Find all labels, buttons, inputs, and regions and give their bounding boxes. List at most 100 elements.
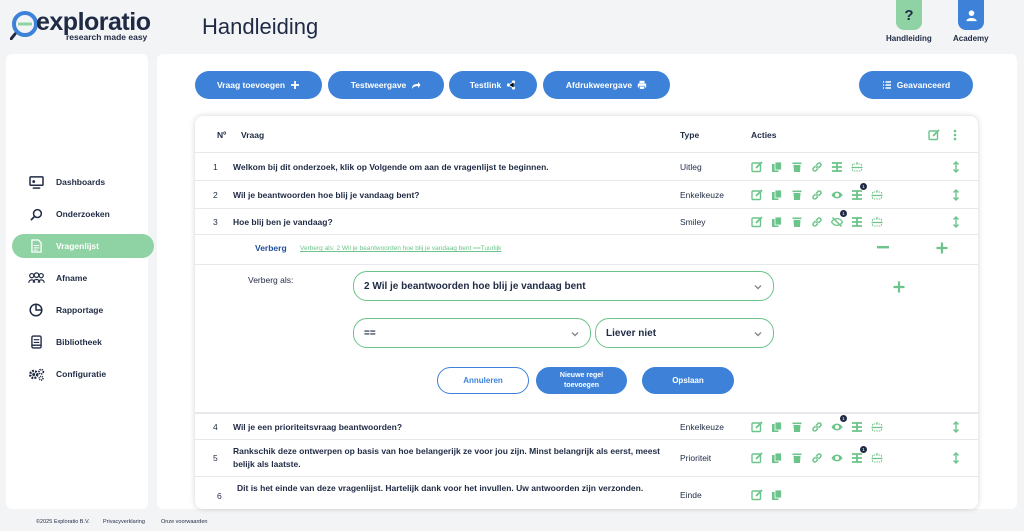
sidebar-item-label: Afname: [56, 273, 88, 283]
row-actions: 1: [750, 210, 883, 228]
table-row[interactable]: 6 Dit is het einde van deze vragenlijst.…: [195, 476, 978, 509]
footer-terms-link[interactable]: Onze voorwaarden: [161, 519, 207, 525]
filter-icon[interactable]: [830, 160, 843, 173]
split-icon[interactable]: [870, 420, 883, 433]
drag-handle-icon[interactable]: [952, 452, 960, 464]
row-actions: [750, 160, 863, 173]
hide-count-badge: 1: [840, 210, 847, 217]
copy-icon[interactable]: [770, 160, 783, 173]
table-row[interactable]: 2 Wil je beantwoorden hoe blij je vandaa…: [195, 180, 978, 208]
sidebar-item-rapportage[interactable]: Rapportage: [12, 298, 154, 322]
print-view-button[interactable]: Afdrukweergave: [543, 71, 670, 99]
operator-select[interactable]: ==: [353, 318, 591, 348]
hide-rule-summary-link[interactable]: Verberg als: 2 Wil je beantwoorden hoe b…: [300, 245, 501, 252]
gear-icon: [26, 366, 46, 382]
test-link-button[interactable]: Testlink: [449, 71, 537, 99]
edit-icon[interactable]: [750, 488, 763, 501]
sidebar-item-vragenlijst[interactable]: Vragenlijst: [12, 234, 154, 258]
edit-icon[interactable]: [750, 451, 763, 464]
edit-icon[interactable]: [750, 215, 763, 228]
trash-icon[interactable]: [790, 215, 803, 228]
drag-handle-icon[interactable]: [952, 421, 960, 433]
filter-icon[interactable]: 1: [850, 446, 867, 464]
user-icon[interactable]: [958, 0, 984, 30]
split-icon[interactable]: [870, 188, 883, 201]
dashboard-icon: [26, 174, 46, 190]
split-icon[interactable]: [870, 215, 883, 228]
eye-slash-icon[interactable]: 1: [830, 210, 847, 228]
trash-icon[interactable]: [790, 420, 803, 433]
test-link-label: Testlink: [469, 80, 502, 90]
top-nav-academy-label[interactable]: Academy: [953, 34, 989, 43]
eye-icon[interactable]: 1: [830, 415, 847, 433]
footer-privacy-link[interactable]: Privacyverklaring: [103, 519, 145, 525]
footer-copyright: ©2025 Exploratio B.V.: [36, 519, 90, 525]
copy-icon[interactable]: [770, 488, 783, 501]
link-icon[interactable]: [810, 188, 823, 201]
edit-icon[interactable]: [750, 160, 763, 173]
more-options-icon[interactable]: [952, 129, 958, 141]
table-row[interactable]: 1 Welkom bij dit onderzoek, klik op Volg…: [195, 152, 978, 180]
plus-icon[interactable]: [936, 242, 948, 254]
split-icon[interactable]: [870, 451, 883, 464]
row-type: Smiley: [680, 217, 706, 227]
eye-icon[interactable]: [830, 451, 843, 464]
edit-icon[interactable]: [750, 420, 763, 433]
eye-icon[interactable]: [830, 188, 843, 201]
sidebar-item-bibliotheek[interactable]: Bibliotheek: [12, 330, 154, 354]
add-condition-plus-icon[interactable]: [893, 281, 905, 293]
link-icon[interactable]: [810, 160, 823, 173]
link-icon[interactable]: [810, 215, 823, 228]
question-icon[interactable]: ?: [896, 0, 922, 30]
app-logo[interactable]: exploratio research made easy: [10, 8, 151, 44]
trash-icon[interactable]: [790, 160, 803, 173]
edit-columns-icon[interactable]: [928, 129, 940, 141]
column-header-number: Nº: [217, 130, 227, 140]
page-title: Handleiding: [202, 14, 319, 39]
sidebar-item-label: Bibliotheek: [56, 337, 102, 347]
question-select[interactable]: 2 Wil je beantwoorden hoe blij je vandaa…: [353, 271, 774, 301]
sidebar-item-label: Vragenlijst: [56, 241, 99, 251]
trash-icon[interactable]: [790, 188, 803, 201]
row-actions: 1: [750, 183, 883, 201]
advanced-button[interactable]: Geavanceerd: [859, 71, 973, 99]
save-button[interactable]: Opslaan: [642, 367, 734, 394]
table-row[interactable]: 4 Wil je een prioriteitsvraag beantwoord…: [195, 412, 978, 439]
column-header-type: Type: [680, 130, 700, 140]
drag-handle-icon[interactable]: [952, 216, 960, 228]
trash-icon[interactable]: [790, 451, 803, 464]
table-row[interactable]: 5 Rankschik deze ontwerpen op basis van …: [195, 439, 978, 476]
row-type: Enkelkeuze: [680, 190, 724, 200]
row-number: 6: [217, 491, 222, 501]
table-row[interactable]: 3 Hoe blij ben je vandaag? Smiley 1: [195, 208, 978, 234]
row-type: Uitleg: [680, 162, 702, 172]
share-nodes-icon: [507, 80, 516, 90]
copy-icon[interactable]: [770, 420, 783, 433]
sidebar-item-dashboards[interactable]: Dashboards: [12, 170, 154, 194]
cancel-button[interactable]: Annuleren: [437, 367, 529, 394]
copy-icon[interactable]: [770, 215, 783, 228]
row-actions: 1: [750, 415, 883, 433]
chevron-down-icon: [754, 332, 762, 337]
drag-handle-icon[interactable]: [952, 161, 960, 173]
value-select[interactable]: Liever niet: [595, 318, 774, 348]
test-view-button[interactable]: Testweergave: [328, 71, 444, 99]
copy-icon[interactable]: [770, 188, 783, 201]
drag-handle-icon[interactable]: [952, 189, 960, 201]
link-icon[interactable]: [810, 451, 823, 464]
link-icon[interactable]: [810, 420, 823, 433]
top-nav-handleiding-label[interactable]: Handleiding: [886, 34, 932, 43]
sidebar-item-onderzoeken[interactable]: Onderzoeken: [12, 202, 154, 226]
add-question-label: Vraag toevoegen: [216, 80, 286, 90]
sidebar-item-afname[interactable]: Afname: [12, 266, 154, 290]
new-rule-button[interactable]: Nieuwe regel toevoegen: [536, 367, 627, 394]
add-question-button[interactable]: Vraag toevoegen: [195, 71, 322, 99]
sidebar-item-configuratie[interactable]: Configuratie: [12, 362, 154, 386]
filter-icon[interactable]: [850, 420, 863, 433]
filter-icon[interactable]: [850, 215, 863, 228]
minus-icon[interactable]: [877, 246, 889, 249]
split-icon[interactable]: [850, 160, 863, 173]
filter-icon[interactable]: 1: [850, 183, 867, 201]
copy-icon[interactable]: [770, 451, 783, 464]
edit-icon[interactable]: [750, 188, 763, 201]
